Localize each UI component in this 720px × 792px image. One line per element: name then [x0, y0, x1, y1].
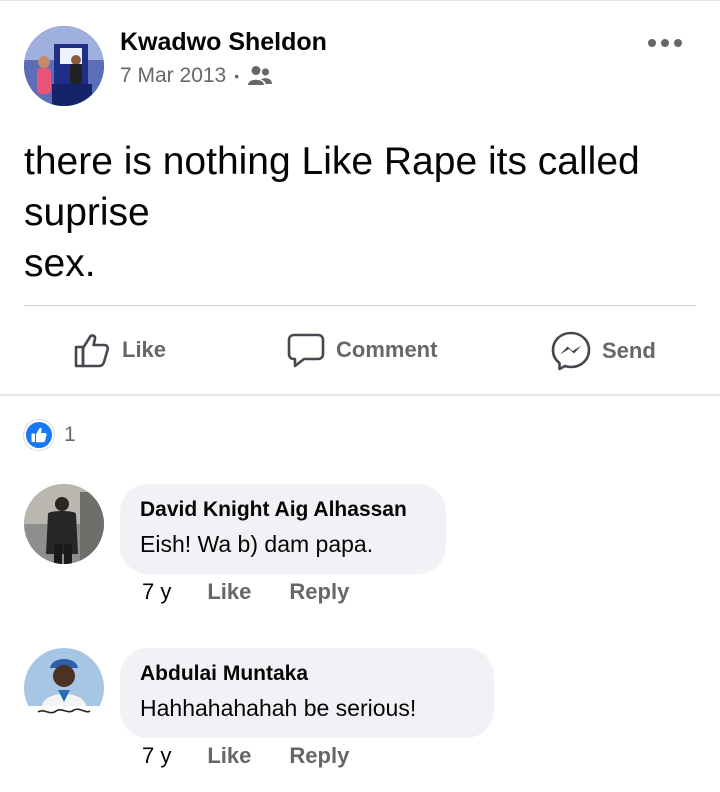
comment-bubble: David Knight Aig Alhassan Eish! Wa b) da… — [120, 484, 446, 574]
comment-like-button[interactable]: Like — [207, 579, 251, 605]
comment-label: Comment — [336, 337, 438, 362]
comment-timestamp[interactable]: 7 y — [142, 743, 171, 769]
comment-text: Hahhahahahah be serious! — [140, 695, 417, 721]
post-date[interactable]: 7 Mar 2013 — [120, 64, 226, 88]
comment-reply-button[interactable]: Reply — [289, 579, 349, 605]
comment-actions: 7 y Like Reply — [142, 743, 349, 769]
friends-icon — [247, 64, 273, 88]
more-options-icon[interactable] — [648, 36, 682, 50]
post-action-bar: Like Comment Send — [0, 306, 720, 394]
post-author-name[interactable]: Kwadwo Sheldon — [120, 28, 327, 57]
post-text: there is nothing Like Rape its called su… — [24, 140, 640, 285]
send-button[interactable]: Send — [550, 330, 656, 372]
like-reaction-icon — [24, 420, 54, 450]
action-divider — [0, 394, 720, 396]
post-meta: 7 Mar 2013 • — [120, 64, 273, 88]
send-label: Send — [602, 338, 656, 363]
commenter-name[interactable]: David Knight Aig Alhassan — [140, 496, 424, 524]
comment-button[interactable]: Comment — [286, 330, 437, 370]
commenter-avatar[interactable] — [24, 648, 104, 728]
commenter-name[interactable]: Abdulai Muntaka — [140, 660, 472, 688]
top-divider — [0, 0, 720, 1]
comment-reply-button[interactable]: Reply — [289, 743, 349, 769]
like-button[interactable]: Like — [72, 330, 166, 370]
comment-text: Eish! Wa b) dam papa. — [140, 531, 374, 557]
post-header: Kwadwo Sheldon 7 Mar 2013 • — [24, 26, 696, 106]
reaction-count: 1 — [64, 423, 76, 446]
comment-bubble: Abdulai Muntaka Hahhahahahah be serious! — [120, 648, 494, 738]
like-label: Like — [122, 337, 167, 362]
comment-like-button[interactable]: Like — [207, 743, 251, 769]
author-avatar[interactable] — [24, 26, 104, 106]
commenter-avatar[interactable] — [24, 484, 104, 564]
comment-actions: 7 y Like Reply — [142, 579, 349, 605]
thumbs-up-icon — [74, 334, 110, 368]
reaction-summary[interactable]: 1 — [24, 420, 76, 450]
comment-icon — [287, 333, 325, 368]
messenger-icon — [551, 331, 591, 371]
meta-separator: • — [234, 68, 240, 84]
comment-timestamp[interactable]: 7 y — [142, 579, 171, 605]
